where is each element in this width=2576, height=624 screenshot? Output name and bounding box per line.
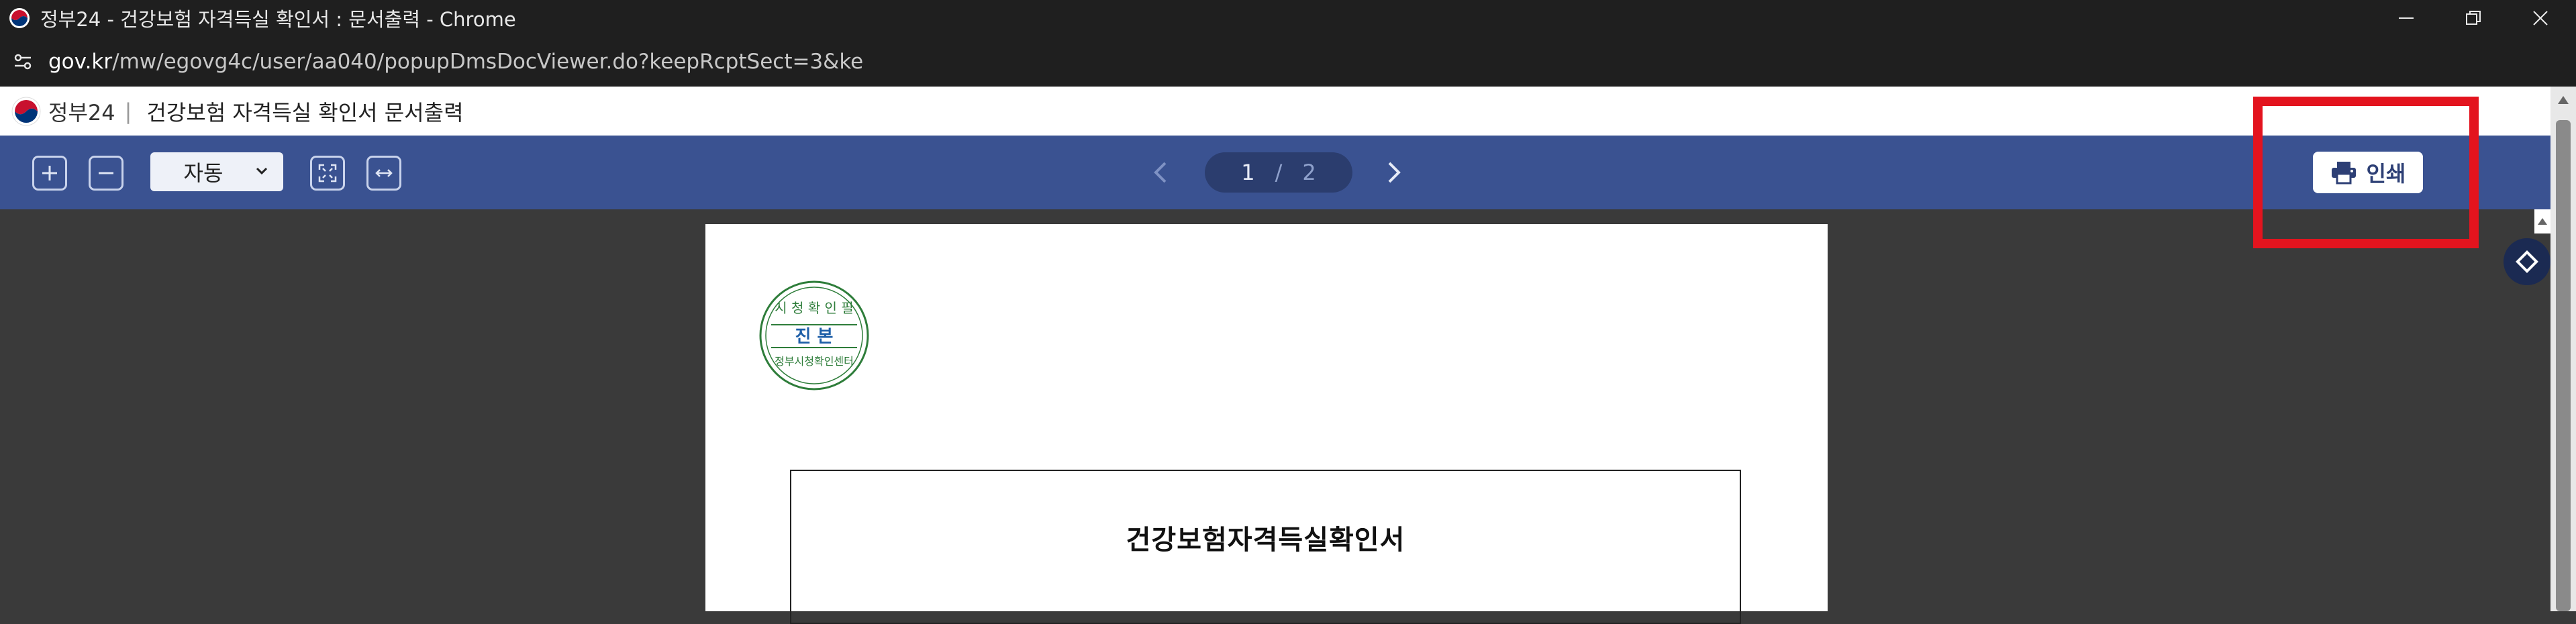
page-separator: / [1275,160,1283,185]
highlight-box [2253,97,2479,248]
site-info-button[interactable] [9,48,36,75]
stamp-center-text: 진 본 [795,327,834,347]
url-host: gov.kr [48,49,113,74]
zoom-select-value: 자동 [183,160,224,186]
fit-page-button[interactable] [310,156,345,191]
fit-page-icon [318,164,337,183]
chevron-right-icon [1388,162,1401,183]
prev-page-button[interactable] [1144,156,1177,189]
minimize-button[interactable] [2373,0,2440,36]
certified-stamp-icon: 시 청 확 인 필 진 본 정부시청확인센터 [759,280,869,391]
zoom-in-button[interactable] [32,156,67,191]
url-text[interactable]: gov.kr/mw/egovg4c/user/aa040/popupDmsDoc… [48,50,863,74]
viewer-scroll-up-button[interactable] [2534,209,2550,233]
document-form-box: 건강보험자격득실확인서 [790,470,1741,624]
site-settings-icon [14,54,32,69]
close-icon [2533,11,2548,25]
scroll-up-arrow-icon[interactable] [2558,96,2569,104]
fit-width-button[interactable] [366,156,401,191]
window-title: 정부24 - 건강보험 자격득실 확인서 : 문서출력 - Chrome [40,8,516,31]
diamond-icon [2516,250,2538,273]
scrollbar-thumb[interactable] [2556,120,2571,611]
viewer-toolbar: 자동 1 / 2 인쇄 [0,136,2550,209]
page-indicator: 1 / 2 [1205,152,1352,193]
gov24-favicon-icon [9,8,30,28]
stamp-top-text: 시 청 확 인 필 [775,300,853,316]
fit-width-icon [375,169,393,177]
browser-title-bar: 정부24 - 건강보험 자격득실 확인서 : 문서출력 - Chrome [0,0,2576,36]
page-scrollbar[interactable] [2550,87,2576,611]
total-pages: 2 [1302,160,1316,185]
caret-up-icon [2538,218,2547,225]
chevron-down-icon [256,167,268,175]
minimize-icon [2399,17,2414,19]
url-path: /mw/egovg4c/user/aa040/popupDmsDocViewer… [112,49,864,74]
document-page: 시 청 확 인 필 진 본 정부시청확인센터 건강보험자격득실확인서 [705,224,1828,624]
restore-icon [2466,11,2481,25]
brand-name: 정부24 [48,99,115,125]
next-page-button[interactable] [1377,156,1411,189]
zoom-out-button[interactable] [89,156,123,191]
current-page[interactable]: 1 [1241,160,1254,185]
stamp-bottom-text: 정부시청확인센터 [775,355,854,368]
restore-button[interactable] [2440,0,2507,36]
chevron-left-icon [1154,162,1167,183]
page-title: 건강보험 자격득실 확인서 문서출력 [146,99,464,125]
minus-icon [99,172,113,174]
address-bar[interactable]: gov.kr/mw/egovg4c/user/aa040/popupDmsDoc… [0,36,2576,87]
close-window-button[interactable] [2507,0,2574,36]
zoom-select[interactable]: 자동 [150,152,283,191]
header-separator: | [124,98,132,124]
plus-icon [42,166,57,180]
floating-nav-button[interactable] [2504,238,2550,285]
page-header: 정부24 | 건강보험 자격득실 확인서 문서출력 [0,87,2576,136]
document-heading: 건강보험자격득실확인서 [1126,524,1405,556]
gov24-logo-icon [11,97,41,125]
